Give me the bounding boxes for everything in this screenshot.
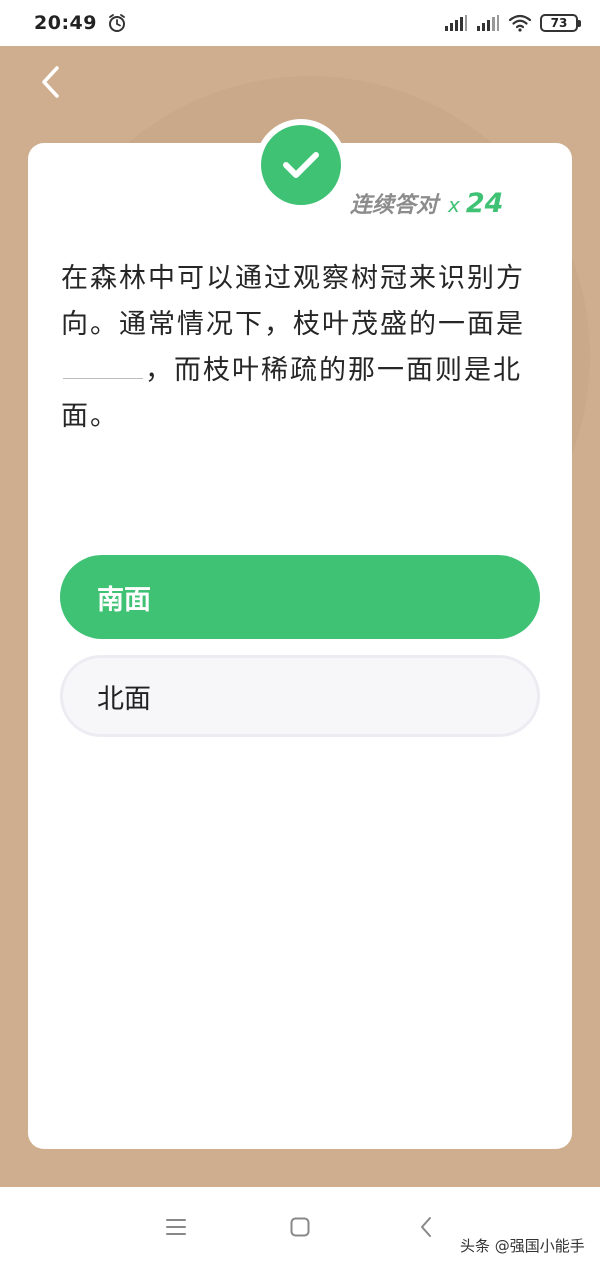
battery-icon: 73: [540, 14, 581, 32]
check-icon: [283, 152, 319, 178]
option-label: 南面: [97, 584, 151, 616]
option-south[interactable]: 南面: [60, 555, 540, 639]
watermark: 头条 @强国小能手: [460, 1237, 585, 1255]
home-icon: [290, 1217, 310, 1237]
wifi-icon: [508, 14, 532, 32]
signal-icon-2: [477, 15, 499, 31]
back-button[interactable]: [30, 62, 70, 102]
streak-label: 连续答对: [350, 193, 439, 218]
correct-badge: [255, 119, 347, 211]
option-label: 北面: [97, 683, 151, 715]
streak-multiplier: x: [448, 193, 460, 217]
signal-icon: [445, 15, 467, 31]
menu-icon: [166, 1219, 186, 1235]
status-time: 20:49: [34, 12, 97, 34]
status-bar: 20:49 73: [0, 0, 600, 46]
alarm-icon: [108, 14, 125, 32]
navigation-bar: 头条 @强国小能手: [0, 1187, 600, 1267]
back-icon: [421, 1217, 431, 1237]
chevron-left-icon: [42, 66, 59, 98]
question-card: 连续答对 x 24 在森林中可以通过观察树冠来识别方向。通常情况下，枝叶茂盛的一…: [28, 119, 572, 1149]
question-text: 在森林中可以通过观察树冠来识别方向。通常情况下，枝叶茂盛的一面是，而枝叶稀疏的那…: [61, 256, 545, 440]
battery-level: 73: [550, 16, 568, 30]
question-part1: 在森林中可以通过观察树冠来识别方向。通常情况下，枝叶茂盛的一面是: [61, 263, 525, 340]
nav-home-button[interactable]: [286, 1213, 314, 1241]
nav-menu-button[interactable]: [162, 1213, 190, 1241]
nav-back-button[interactable]: [412, 1213, 440, 1241]
answer-blank: [63, 349, 143, 379]
streak-count: 24: [465, 188, 504, 219]
app-background: 连续答对 x 24 在森林中可以通过观察树冠来识别方向。通常情况下，枝叶茂盛的一…: [0, 46, 600, 1187]
check-circle: [261, 125, 341, 205]
status-icons: 73: [444, 14, 581, 32]
option-north[interactable]: 北面: [60, 655, 540, 737]
streak-indicator: 连续答对 x 24: [350, 187, 503, 219]
